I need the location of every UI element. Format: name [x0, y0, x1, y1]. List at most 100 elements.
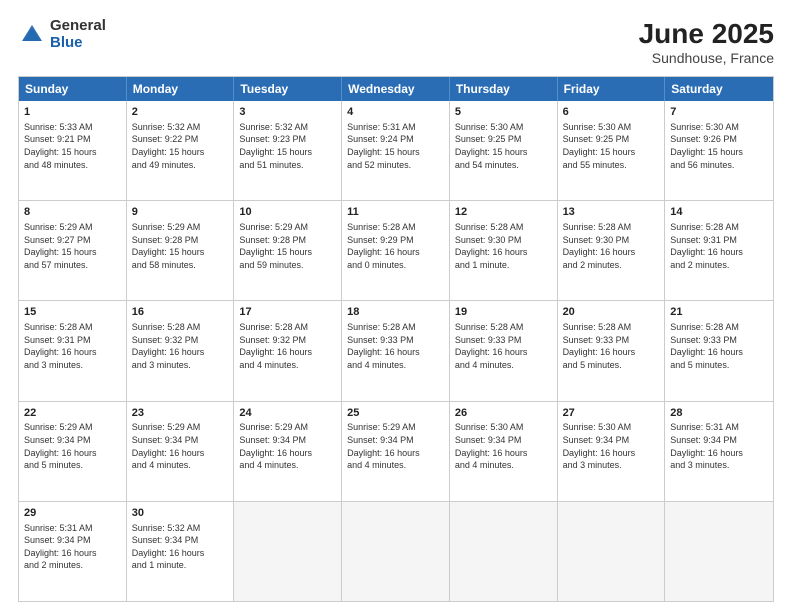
day-number: 7: [670, 105, 768, 120]
calendar-day-3: 3Sunrise: 5:32 AM Sunset: 9:23 PM Daylig…: [234, 101, 342, 200]
day-info: Sunrise: 5:30 AM Sunset: 9:34 PM Dayligh…: [563, 421, 660, 471]
day-info: Sunrise: 5:32 AM Sunset: 9:23 PM Dayligh…: [239, 121, 336, 171]
day-info: Sunrise: 5:28 AM Sunset: 9:33 PM Dayligh…: [563, 321, 660, 371]
calendar-day-30: 30Sunrise: 5:32 AM Sunset: 9:34 PM Dayli…: [127, 502, 235, 601]
logo-text: General Blue: [50, 18, 106, 51]
day-number: 3: [239, 105, 336, 120]
calendar-body: 1Sunrise: 5:33 AM Sunset: 9:21 PM Daylig…: [19, 101, 773, 601]
day-info: Sunrise: 5:30 AM Sunset: 9:25 PM Dayligh…: [455, 121, 552, 171]
header-day-monday: Monday: [127, 77, 235, 101]
header-day-wednesday: Wednesday: [342, 77, 450, 101]
day-number: 9: [132, 205, 229, 220]
day-number: 17: [239, 305, 336, 320]
location-subtitle: Sundhouse, France: [639, 50, 774, 66]
day-number: 24: [239, 406, 336, 421]
day-number: 6: [563, 105, 660, 120]
calendar-day-19: 19Sunrise: 5:28 AM Sunset: 9:33 PM Dayli…: [450, 301, 558, 400]
calendar-day-27: 27Sunrise: 5:30 AM Sunset: 9:34 PM Dayli…: [558, 402, 666, 501]
day-number: 14: [670, 205, 768, 220]
header-day-saturday: Saturday: [665, 77, 773, 101]
day-info: Sunrise: 5:29 AM Sunset: 9:34 PM Dayligh…: [347, 421, 444, 471]
day-info: Sunrise: 5:28 AM Sunset: 9:30 PM Dayligh…: [563, 221, 660, 271]
day-info: Sunrise: 5:30 AM Sunset: 9:25 PM Dayligh…: [563, 121, 660, 171]
calendar-day-28: 28Sunrise: 5:31 AM Sunset: 9:34 PM Dayli…: [665, 402, 773, 501]
day-info: Sunrise: 5:32 AM Sunset: 9:22 PM Dayligh…: [132, 121, 229, 171]
logo-icon: [18, 21, 46, 49]
day-info: Sunrise: 5:29 AM Sunset: 9:28 PM Dayligh…: [132, 221, 229, 271]
calendar-week-4: 22Sunrise: 5:29 AM Sunset: 9:34 PM Dayli…: [19, 401, 773, 501]
day-info: Sunrise: 5:28 AM Sunset: 9:32 PM Dayligh…: [132, 321, 229, 371]
calendar-empty-cell: [234, 502, 342, 601]
calendar-day-22: 22Sunrise: 5:29 AM Sunset: 9:34 PM Dayli…: [19, 402, 127, 501]
header-day-friday: Friday: [558, 77, 666, 101]
header: General Blue June 2025 Sundhouse, France: [18, 18, 774, 66]
header-day-sunday: Sunday: [19, 77, 127, 101]
calendar-empty-cell: [342, 502, 450, 601]
day-number: 1: [24, 105, 121, 120]
day-number: 5: [455, 105, 552, 120]
header-day-thursday: Thursday: [450, 77, 558, 101]
calendar-day-7: 7Sunrise: 5:30 AM Sunset: 9:26 PM Daylig…: [665, 101, 773, 200]
calendar-day-15: 15Sunrise: 5:28 AM Sunset: 9:31 PM Dayli…: [19, 301, 127, 400]
logo: General Blue: [18, 18, 106, 51]
day-number: 27: [563, 406, 660, 421]
calendar-day-2: 2Sunrise: 5:32 AM Sunset: 9:22 PM Daylig…: [127, 101, 235, 200]
day-number: 22: [24, 406, 121, 421]
calendar-day-9: 9Sunrise: 5:29 AM Sunset: 9:28 PM Daylig…: [127, 201, 235, 300]
day-number: 19: [455, 305, 552, 320]
day-number: 21: [670, 305, 768, 320]
day-number: 15: [24, 305, 121, 320]
calendar-week-3: 15Sunrise: 5:28 AM Sunset: 9:31 PM Dayli…: [19, 300, 773, 400]
day-number: 2: [132, 105, 229, 120]
calendar-day-17: 17Sunrise: 5:28 AM Sunset: 9:32 PM Dayli…: [234, 301, 342, 400]
day-number: 16: [132, 305, 229, 320]
day-number: 28: [670, 406, 768, 421]
calendar-day-23: 23Sunrise: 5:29 AM Sunset: 9:34 PM Dayli…: [127, 402, 235, 501]
day-info: Sunrise: 5:31 AM Sunset: 9:34 PM Dayligh…: [670, 421, 768, 471]
calendar-day-24: 24Sunrise: 5:29 AM Sunset: 9:34 PM Dayli…: [234, 402, 342, 501]
logo-general: General: [50, 18, 106, 35]
calendar-day-5: 5Sunrise: 5:30 AM Sunset: 9:25 PM Daylig…: [450, 101, 558, 200]
day-info: Sunrise: 5:28 AM Sunset: 9:32 PM Dayligh…: [239, 321, 336, 371]
calendar-day-4: 4Sunrise: 5:31 AM Sunset: 9:24 PM Daylig…: [342, 101, 450, 200]
day-number: 11: [347, 205, 444, 220]
calendar-day-6: 6Sunrise: 5:30 AM Sunset: 9:25 PM Daylig…: [558, 101, 666, 200]
calendar-empty-cell: [665, 502, 773, 601]
calendar-day-18: 18Sunrise: 5:28 AM Sunset: 9:33 PM Dayli…: [342, 301, 450, 400]
day-number: 20: [563, 305, 660, 320]
calendar: SundayMondayTuesdayWednesdayThursdayFrid…: [18, 76, 774, 602]
day-number: 12: [455, 205, 552, 220]
day-info: Sunrise: 5:31 AM Sunset: 9:34 PM Dayligh…: [24, 522, 121, 572]
day-info: Sunrise: 5:29 AM Sunset: 9:34 PM Dayligh…: [24, 421, 121, 471]
day-number: 25: [347, 406, 444, 421]
day-number: 8: [24, 205, 121, 220]
calendar-empty-cell: [450, 502, 558, 601]
day-number: 13: [563, 205, 660, 220]
day-info: Sunrise: 5:29 AM Sunset: 9:28 PM Dayligh…: [239, 221, 336, 271]
calendar-day-10: 10Sunrise: 5:29 AM Sunset: 9:28 PM Dayli…: [234, 201, 342, 300]
day-info: Sunrise: 5:28 AM Sunset: 9:33 PM Dayligh…: [455, 321, 552, 371]
day-info: Sunrise: 5:28 AM Sunset: 9:31 PM Dayligh…: [24, 321, 121, 371]
page: General Blue June 2025 Sundhouse, France…: [0, 0, 792, 612]
day-info: Sunrise: 5:28 AM Sunset: 9:33 PM Dayligh…: [670, 321, 768, 371]
calendar-day-21: 21Sunrise: 5:28 AM Sunset: 9:33 PM Dayli…: [665, 301, 773, 400]
title-block: June 2025 Sundhouse, France: [639, 18, 774, 66]
month-title: June 2025: [639, 18, 774, 50]
day-info: Sunrise: 5:30 AM Sunset: 9:26 PM Dayligh…: [670, 121, 768, 171]
day-info: Sunrise: 5:32 AM Sunset: 9:34 PM Dayligh…: [132, 522, 229, 572]
calendar-day-14: 14Sunrise: 5:28 AM Sunset: 9:31 PM Dayli…: [665, 201, 773, 300]
calendar-header: SundayMondayTuesdayWednesdayThursdayFrid…: [19, 77, 773, 101]
calendar-empty-cell: [558, 502, 666, 601]
calendar-day-29: 29Sunrise: 5:31 AM Sunset: 9:34 PM Dayli…: [19, 502, 127, 601]
day-number: 10: [239, 205, 336, 220]
day-info: Sunrise: 5:30 AM Sunset: 9:34 PM Dayligh…: [455, 421, 552, 471]
header-day-tuesday: Tuesday: [234, 77, 342, 101]
day-info: Sunrise: 5:29 AM Sunset: 9:34 PM Dayligh…: [239, 421, 336, 471]
day-number: 18: [347, 305, 444, 320]
day-info: Sunrise: 5:28 AM Sunset: 9:31 PM Dayligh…: [670, 221, 768, 271]
day-info: Sunrise: 5:31 AM Sunset: 9:24 PM Dayligh…: [347, 121, 444, 171]
calendar-day-26: 26Sunrise: 5:30 AM Sunset: 9:34 PM Dayli…: [450, 402, 558, 501]
calendar-day-20: 20Sunrise: 5:28 AM Sunset: 9:33 PM Dayli…: [558, 301, 666, 400]
day-info: Sunrise: 5:33 AM Sunset: 9:21 PM Dayligh…: [24, 121, 121, 171]
calendar-week-2: 8Sunrise: 5:29 AM Sunset: 9:27 PM Daylig…: [19, 200, 773, 300]
